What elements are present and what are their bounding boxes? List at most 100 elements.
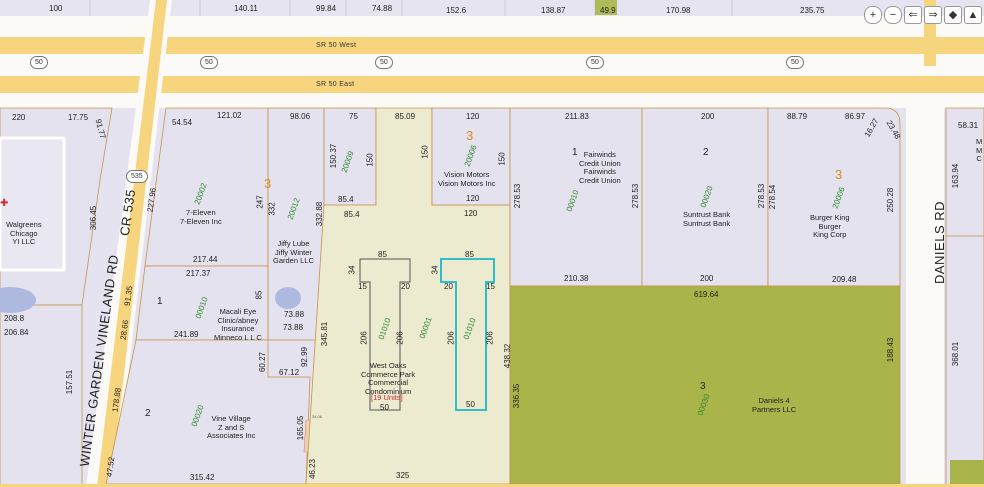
owner-label: Jiffy Lube Jiffy Winter Garden LLC (273, 239, 314, 266)
walgreens-marker-icon: ✚ (0, 198, 9, 209)
dim-label: 217.44 (193, 255, 218, 264)
dim-label: 217.37 (186, 269, 211, 278)
dim-label: 306.45 (89, 205, 99, 231)
dim-label: 206 (359, 331, 369, 345)
dim-label: 200 (700, 274, 714, 283)
owner-label: M M C (976, 137, 983, 164)
dim-label: 150 (365, 153, 375, 167)
measure-icon[interactable]: ◆ (944, 6, 962, 24)
north-parcels (0, 0, 984, 16)
daniels-road-label: DANIELS RD (932, 200, 948, 285)
pan-right-icon[interactable]: ⇒ (924, 6, 942, 24)
route-badge: 50 (375, 56, 393, 69)
lot-number: 2 (703, 147, 709, 158)
zoom-out-icon[interactable]: − (884, 6, 902, 24)
route-badge: 535 (126, 170, 148, 183)
dim-label: 99.84 (316, 4, 337, 13)
dim-label: 332 (267, 202, 277, 216)
dim-label: 120 (466, 112, 480, 121)
route-badge: 50 (786, 56, 804, 69)
layers-icon[interactable]: ▲ (964, 6, 982, 24)
dim-label: 50 (380, 403, 389, 412)
dim-label: 121.02 (217, 111, 242, 120)
dim-label: 211.83 (565, 112, 589, 121)
owner-label: Daniels 4 Partners LLC (752, 396, 797, 414)
dim-label: 85.09 (395, 112, 416, 121)
dim-label: 58.31 (958, 121, 979, 130)
dim-label: 60.27 (258, 351, 268, 373)
dim-label: 120 (464, 209, 478, 218)
dim-label: 150 (497, 152, 507, 166)
pond-jiffy (275, 287, 301, 309)
dim-label: 206.84 (4, 328, 29, 337)
dim-label: 85 (378, 250, 387, 259)
lot-number: 1 (572, 147, 578, 158)
dim-label: 88.79 (787, 112, 808, 121)
dim-label: 20 (401, 282, 410, 291)
dim-label: 34 (430, 265, 440, 275)
dim-label: 85 (254, 290, 264, 300)
dim-label: 15 (358, 282, 367, 291)
route-badge: 50 (586, 56, 604, 69)
owner-label: Vision Motors Vision Motors Inc (438, 170, 496, 188)
dim-label: 247 (255, 195, 265, 209)
dim-label: 332.88 (315, 201, 325, 227)
dim-label: 208.8 (4, 314, 25, 323)
dim-label: 325 (396, 471, 410, 480)
dim-label: 278.54 (768, 184, 778, 210)
dim-label: 34 (347, 265, 357, 275)
owner-label: Fairwinds Credit Union Fairwinds Credit … (579, 150, 621, 185)
dim-label: 345.81 (320, 321, 330, 347)
dim-label: 220 (12, 113, 26, 122)
owner-label: West Oaks Commerce Park Commercial Condo… (361, 361, 416, 396)
sr50-west-label: SR 50 West (316, 42, 357, 49)
dim-label: 278.53 (513, 183, 523, 209)
lot-number: 3 (700, 381, 706, 392)
dim-label: 85.4 (344, 210, 360, 219)
pan-left-icon[interactable]: ⇐ (904, 6, 922, 24)
dim-label: 188.43 (886, 337, 896, 363)
owner-label: Vine Village Z and S Associates Inc (207, 414, 256, 441)
dim-label: 241.89 (174, 330, 199, 339)
owner-label: Walgreens Chicago YI LLC (6, 220, 42, 247)
dim-label: 336.35 (512, 383, 522, 409)
selected-condo-unit[interactable] (441, 259, 494, 410)
dim-label: 250.28 (886, 187, 896, 213)
owner-label: 7-Eleven 7-Eleven Inc (180, 208, 222, 226)
dim-label: 92.99 (300, 346, 310, 368)
dim-label: 85.4 (338, 195, 354, 204)
dim-label: 152.6 (446, 6, 467, 15)
route-badge: 50 (200, 56, 218, 69)
dim-label: 278.53 (757, 183, 767, 209)
dim-label: 34.06 (312, 414, 323, 419)
lot-number: 3 (264, 176, 272, 191)
dim-label: 86.97 (845, 112, 866, 121)
lot-number: 2 (145, 408, 151, 419)
dim-label: 210.38 (564, 274, 589, 283)
dim-label: 54.54 (172, 118, 193, 127)
dim-label: 100 (49, 4, 63, 13)
dim-label: 67.12 (279, 368, 300, 377)
dim-label: 200 (701, 112, 715, 121)
owner-label: Suntrust Bank Suntrust Bank (683, 210, 731, 228)
dim-label: 98.06 (290, 112, 311, 121)
dim-label: 235.75 (800, 6, 825, 15)
dim-label: 438.32 (503, 343, 513, 369)
lot-number: 3 (466, 128, 474, 143)
sr50-east-label: SR 50 East (316, 81, 355, 88)
dim-label: 163.94 (951, 163, 961, 189)
dim-label: 278.53 (631, 183, 641, 209)
lot-number: 1 (157, 296, 163, 307)
dim-label: 75 (349, 112, 358, 121)
dim-label: 157.51 (65, 369, 75, 395)
dim-label: 138.87 (541, 6, 566, 15)
owner-label: Burger King Burger King Corp (810, 213, 850, 240)
dim-label: 206 (395, 331, 405, 345)
dim-label: 315.42 (190, 473, 215, 482)
daniels-road-corridor (906, 93, 944, 487)
lot-number: 3 (835, 167, 843, 182)
dim-label: 368.01 (951, 341, 961, 367)
route-badge: 50 (30, 56, 48, 69)
zoom-in-icon[interactable]: + (864, 6, 882, 24)
dim-label: 120 (466, 194, 480, 203)
